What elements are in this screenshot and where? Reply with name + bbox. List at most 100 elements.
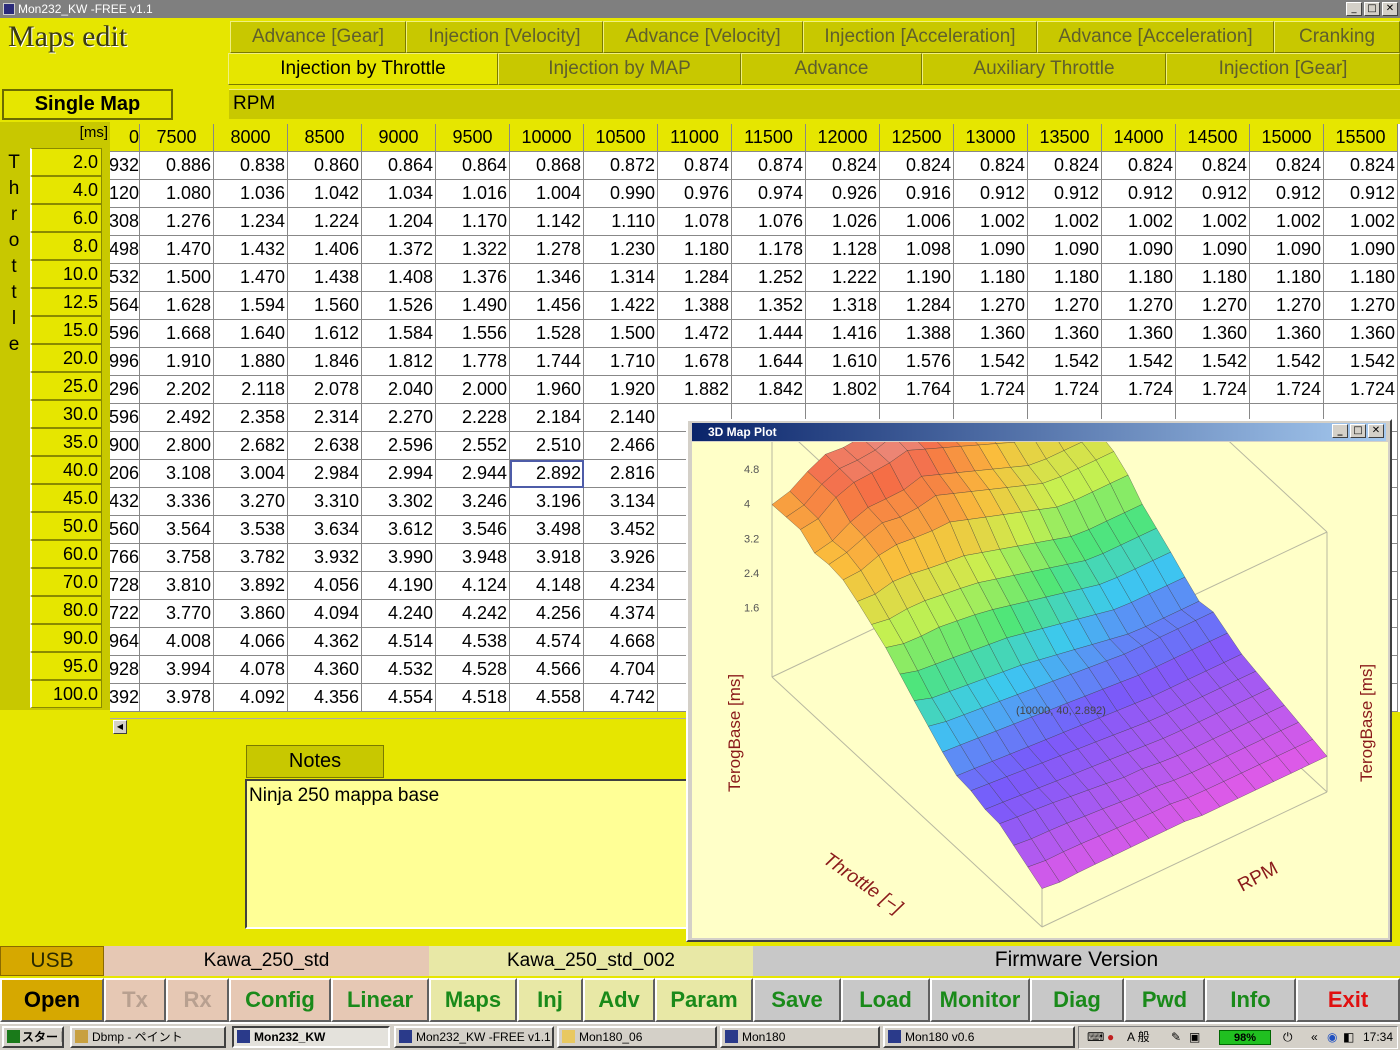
table-cell[interactable]: 1.004: [510, 180, 584, 208]
table-cell[interactable]: 3.196: [510, 488, 584, 516]
table-cell[interactable]: 1.252: [732, 264, 806, 292]
throttle-value[interactable]: 35.0: [30, 428, 102, 456]
tab-injection-velocity[interactable]: Injection [Velocity]: [406, 21, 603, 53]
table-cell[interactable]: 0.886: [140, 152, 214, 180]
table-cell[interactable]: 1.180: [1102, 264, 1176, 292]
table-cell[interactable]: 0.912: [1028, 180, 1102, 208]
table-cell[interactable]: 1.910: [140, 348, 214, 376]
table-cell[interactable]: 2.314: [288, 404, 362, 432]
table-cell[interactable]: 4.704: [584, 656, 658, 684]
table-cell[interactable]: 2.040: [362, 376, 436, 404]
table-cell[interactable]: 1.542: [1102, 348, 1176, 376]
table-cell[interactable]: 3.612: [362, 516, 436, 544]
table-cell[interactable]: 1.668: [140, 320, 214, 348]
table-cell[interactable]: 1.270: [1324, 292, 1398, 320]
table-cell[interactable]: 0.872: [584, 152, 658, 180]
table-cell[interactable]: 560: [110, 516, 140, 544]
table-cell[interactable]: 964: [110, 628, 140, 656]
table-cell[interactable]: 3.564: [140, 516, 214, 544]
table-cell[interactable]: 3.810: [140, 572, 214, 600]
table-cell[interactable]: 1.842: [732, 376, 806, 404]
table-cell[interactable]: 3.546: [436, 516, 510, 544]
table-cell[interactable]: 2.682: [214, 432, 288, 460]
table-cell[interactable]: 498: [110, 236, 140, 264]
tab-advance-acceleration[interactable]: Advance [Acceleration]: [1037, 21, 1274, 53]
table-cell[interactable]: 1.584: [362, 320, 436, 348]
table-cell[interactable]: 296: [110, 376, 140, 404]
battery-indicator[interactable]: 98%: [1219, 1030, 1271, 1045]
tab-injection-by-throttle[interactable]: Injection by Throttle: [228, 53, 498, 85]
table-cell[interactable]: 2.510: [510, 432, 584, 460]
volume-icon[interactable]: ◧: [1343, 1027, 1354, 1048]
table-cell[interactable]: 3.498: [510, 516, 584, 544]
table-cell[interactable]: 206: [110, 460, 140, 488]
table-cell[interactable]: 1.528: [510, 320, 584, 348]
table-cell[interactable]: 2.638: [288, 432, 362, 460]
table-cell[interactable]: 1.628: [140, 292, 214, 320]
table-cell[interactable]: 308: [110, 208, 140, 236]
table-cell[interactable]: 0.860: [288, 152, 362, 180]
table-cell[interactable]: 1.882: [658, 376, 732, 404]
table-cell[interactable]: 3.918: [510, 544, 584, 572]
table-cell[interactable]: 0.912: [954, 180, 1028, 208]
table-cell[interactable]: 1.002: [1176, 208, 1250, 236]
monitor-button[interactable]: Monitor: [930, 978, 1030, 1022]
notes-textarea[interactable]: Ninja 250 mappa base: [245, 779, 690, 929]
ime-indicator[interactable]: A 般: [1127, 1027, 1150, 1048]
table-cell[interactable]: 1.016: [436, 180, 510, 208]
table-cell[interactable]: 1.610: [806, 348, 880, 376]
table-cell[interactable]: 4.514: [362, 628, 436, 656]
throttle-value[interactable]: 45.0: [30, 484, 102, 512]
table-cell[interactable]: 1.802: [806, 376, 880, 404]
table-cell[interactable]: 1.470: [214, 264, 288, 292]
table-cell[interactable]: 3.134: [584, 488, 658, 516]
plot-minimize-button[interactable]: _: [1332, 424, 1348, 438]
table-cell[interactable]: 1.360: [954, 320, 1028, 348]
table-cell[interactable]: 1.640: [214, 320, 288, 348]
table-cell[interactable]: 0.864: [362, 152, 436, 180]
table-cell[interactable]: 4.532: [362, 656, 436, 684]
table-cell[interactable]: 1.778: [436, 348, 510, 376]
table-cell[interactable]: 0.976: [658, 180, 732, 208]
table-cell[interactable]: 1.078: [658, 208, 732, 236]
task-folder-mon180-06[interactable]: Mon180_06: [557, 1026, 717, 1048]
table-cell[interactable]: 1.270: [1102, 292, 1176, 320]
table-cell[interactable]: 1.406: [288, 236, 362, 264]
table-cell[interactable]: 4.008: [140, 628, 214, 656]
table-cell[interactable]: 1.422: [584, 292, 658, 320]
table-cell[interactable]: 4.078: [214, 656, 288, 684]
tab-advance-gear[interactable]: Advance [Gear]: [230, 21, 406, 53]
table-cell[interactable]: 2.078: [288, 376, 362, 404]
table-cell[interactable]: 1.724: [1250, 376, 1324, 404]
table-cell[interactable]: 4.566: [510, 656, 584, 684]
table-cell[interactable]: 1.432: [214, 236, 288, 264]
tab-injection-acceleration[interactable]: Injection [Acceleration]: [803, 21, 1037, 53]
table-cell[interactable]: 1.142: [510, 208, 584, 236]
table-cell[interactable]: 2.892: [510, 460, 584, 488]
table-cell[interactable]: 1.880: [214, 348, 288, 376]
throttle-value[interactable]: 95.0: [30, 652, 102, 680]
table-cell[interactable]: 1.230: [584, 236, 658, 264]
table-cell[interactable]: 3.770: [140, 600, 214, 628]
table-cell[interactable]: 1.472: [658, 320, 732, 348]
table-cell[interactable]: 3.932: [288, 544, 362, 572]
tab-advance-velocity[interactable]: Advance [Velocity]: [603, 21, 803, 53]
tx-button[interactable]: Tx: [104, 978, 166, 1022]
table-cell[interactable]: 4.124: [436, 572, 510, 600]
table-cell[interactable]: 1.180: [658, 236, 732, 264]
table-cell[interactable]: 1.002: [1250, 208, 1324, 236]
inj-button[interactable]: Inj: [517, 978, 583, 1022]
table-cell[interactable]: 120: [110, 180, 140, 208]
table-cell[interactable]: 1.500: [140, 264, 214, 292]
table-cell[interactable]: 1.180: [1324, 264, 1398, 292]
table-cell[interactable]: 1.222: [806, 264, 880, 292]
save-button[interactable]: Save: [753, 978, 841, 1022]
table-cell[interactable]: 1.276: [140, 208, 214, 236]
table-cell[interactable]: 596: [110, 404, 140, 432]
table-cell[interactable]: 1.076: [732, 208, 806, 236]
throttle-value[interactable]: 80.0: [30, 596, 102, 624]
table-cell[interactable]: 1.002: [1028, 208, 1102, 236]
table-cell[interactable]: 1.180: [1176, 264, 1250, 292]
network-icon[interactable]: ◉: [1327, 1027, 1337, 1048]
table-cell[interactable]: 4.094: [288, 600, 362, 628]
